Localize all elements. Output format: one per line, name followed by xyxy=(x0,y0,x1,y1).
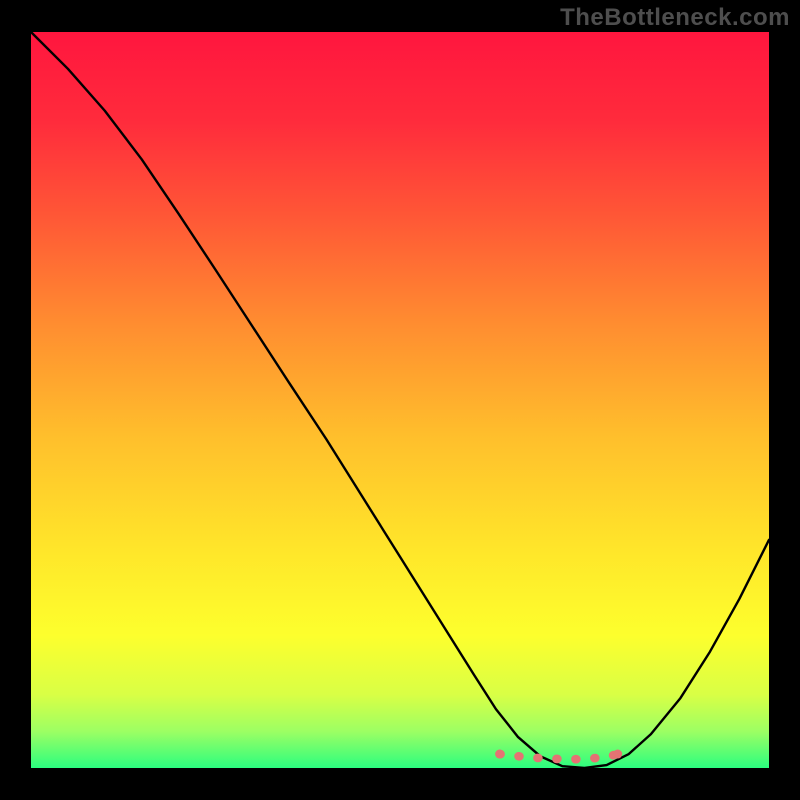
chart-frame: TheBottleneck.com xyxy=(0,0,800,800)
watermark-text: TheBottleneck.com xyxy=(560,4,790,32)
gradient-background xyxy=(31,32,769,768)
bottleneck-chart xyxy=(0,0,800,800)
